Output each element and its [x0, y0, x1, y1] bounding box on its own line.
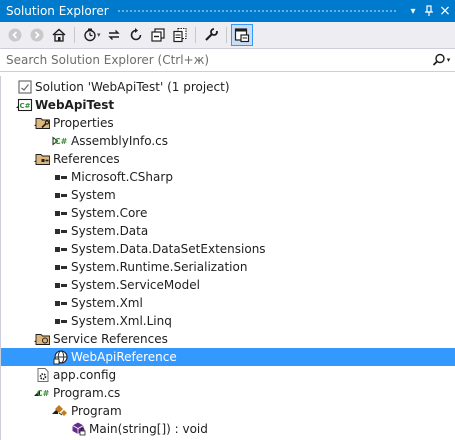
class-icon [53, 403, 69, 419]
sync-with-active-document-icon[interactable] [103, 24, 125, 46]
window-position-dropdown-icon[interactable]: ▾ [405, 0, 421, 22]
csharp-project-icon: C# [17, 97, 33, 113]
service-references-folder-icon [35, 331, 51, 347]
reference-icon [53, 313, 69, 329]
tree-item[interactable]: Service References [1, 330, 455, 348]
auto-hide-pin-icon[interactable] [421, 0, 437, 22]
refresh-icon[interactable] [125, 24, 147, 46]
tree-item-label: System.Data.DataSetExtensions [71, 242, 266, 256]
tree-item[interactable]: C# AssemblyInfo.cs [1, 132, 455, 150]
tree-item-label: System [71, 188, 116, 202]
tree-item-label: Microsoft.CSharp [71, 170, 173, 184]
config-file-icon [35, 367, 51, 383]
search-icon[interactable]: ▾ [427, 49, 455, 71]
tree-item[interactable]: System.Data.DataSetExtensions [1, 240, 455, 258]
back-icon[interactable] [4, 24, 26, 46]
tree-item[interactable]: C# Program.cs [1, 384, 455, 402]
search-input[interactable] [0, 50, 427, 70]
private-method-icon [71, 421, 87, 437]
toolbar-separator [74, 27, 75, 43]
tree-item[interactable]: Program [1, 402, 455, 420]
tree-item[interactable]: Microsoft.CSharp [1, 168, 455, 186]
show-all-files-icon[interactable] [169, 24, 191, 46]
service-reference-icon [53, 349, 69, 365]
solution-icon [17, 79, 33, 95]
tree-item[interactable]: Properties [1, 114, 455, 132]
tree-item[interactable]: WebApiReference [1, 348, 455, 366]
tree-item[interactable]: System [1, 186, 455, 204]
tree-item[interactable]: System.Xml.Linq [1, 312, 455, 330]
tree-item-label: References [53, 152, 120, 166]
title-grip [116, 8, 397, 14]
tree-item-label: Program.cs [53, 386, 121, 400]
tree-item-label: AssemblyInfo.cs [71, 134, 169, 148]
tree-item-label: System.Xml [71, 296, 143, 310]
tree-item-label: Solution 'WebApiTest' (1 project) [35, 80, 230, 94]
filter-dropdown-icon[interactable]: ▾ [97, 31, 101, 39]
tree-item-label: WebApiTest [35, 98, 115, 112]
close-icon[interactable]: × [437, 0, 453, 22]
collapse-all-icon[interactable] [147, 24, 169, 46]
reference-icon [53, 259, 69, 275]
tree-item-label: Main(string[]) : void [89, 422, 208, 436]
tree-item[interactable]: C# WebApiTest [1, 96, 455, 114]
properties-icon[interactable] [200, 24, 222, 46]
csharp-file-icon: C# [54, 136, 68, 146]
svg-text:C#: C# [19, 102, 30, 110]
tree-item[interactable]: System.Data [1, 222, 455, 240]
reference-icon [53, 277, 69, 293]
properties-folder-icon [35, 115, 51, 131]
preview-selected-items-icon[interactable] [230, 24, 253, 46]
toolbar-separator [225, 27, 227, 43]
tree-item[interactable]: System.Runtime.Serialization [1, 258, 455, 276]
tree-item[interactable]: System.Core [1, 204, 455, 222]
tree-item[interactable]: Main(string[]) : void [1, 420, 455, 438]
tree-item[interactable]: System.ServiceModel [1, 276, 455, 294]
toolbar-separator [194, 27, 196, 43]
tree-item[interactable]: Solution 'WebApiTest' (1 project) [1, 78, 455, 96]
references-folder-icon [35, 151, 51, 167]
forward-icon[interactable] [26, 24, 48, 46]
tree-item-label: app.config [53, 368, 117, 382]
tree-item-label: WebApiReference [71, 350, 177, 364]
tree-item-label: System.Core [71, 206, 148, 220]
tree-item-label: System.ServiceModel [71, 278, 200, 292]
reference-icon [53, 169, 69, 185]
title-bar: Solution Explorer ▾ × [0, 0, 455, 22]
home-icon[interactable] [48, 24, 70, 46]
tree-item[interactable]: app.config [1, 366, 455, 384]
reference-icon [53, 241, 69, 257]
window-title: Solution Explorer [6, 4, 109, 18]
tree-item-label: System.Xml.Linq [71, 314, 172, 328]
reference-icon [53, 223, 69, 239]
tree-item-label: Service References [53, 332, 168, 346]
tree-item-label: System.Runtime.Serialization [71, 260, 248, 274]
search-bar: ▾ [0, 48, 455, 72]
tree-item[interactable]: References [1, 150, 455, 168]
tree-item[interactable]: System.Xml [1, 294, 455, 312]
reference-icon [53, 205, 69, 221]
solution-tree: Solution 'WebApiTest' (1 project) C# WebAp… [0, 76, 455, 440]
reference-icon [53, 187, 69, 203]
toolbar: ▾ [0, 22, 455, 48]
tree-item-label: Properties [53, 116, 114, 130]
tree-item-label: System.Data [71, 224, 149, 238]
reference-icon [53, 295, 69, 311]
csharp-file-icon: C# [36, 388, 50, 398]
tree-item-label: Program [71, 404, 122, 418]
